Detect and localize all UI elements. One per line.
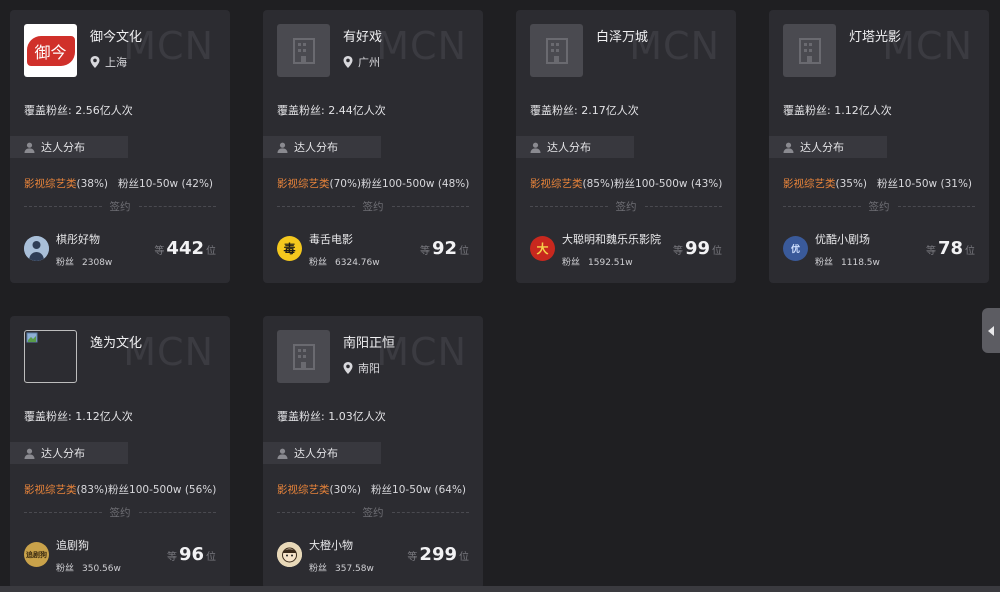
building-icon xyxy=(292,37,315,64)
mcn-location: 上海 xyxy=(90,54,127,70)
distribution-header: 达人分布 xyxy=(263,442,381,464)
side-panel-toggle[interactable] xyxy=(982,308,1000,353)
mcn-card[interactable]: MCN 逸为文化 覆盖粉丝: 1.12亿人次 达人分布 影视综艺类(83%)粉丝… xyxy=(10,316,230,589)
distribution-header: 达人分布 xyxy=(769,136,887,158)
mcn-card[interactable]: MCN 灯塔光影 覆盖粉丝: 1.12亿人次 达人分布 影视综艺类(35%) 粉… xyxy=(769,10,989,283)
cover-fans: 覆盖粉丝: 1.03亿人次 xyxy=(277,410,386,423)
cover-fans: 覆盖粉丝: 1.12亿人次 xyxy=(24,410,133,423)
mcn-name[interactable]: 御今文化 xyxy=(90,26,142,45)
cover-fans: 覆盖粉丝: 1.12亿人次 xyxy=(783,104,892,117)
mcn-card[interactable]: MCN 南阳正恒 南阳 覆盖粉丝: 1.03亿人次 达人分布 影视综艺类(30%… xyxy=(263,316,483,589)
mcn-logo: 御今 xyxy=(24,24,77,77)
cover-fans: 覆盖粉丝: 2.44亿人次 xyxy=(277,104,386,117)
kol-name[interactable]: 大橙小物 xyxy=(309,537,353,553)
signed-divider: 签约 xyxy=(783,199,975,214)
kol-fans: 粉丝 1118.5w xyxy=(815,258,880,268)
person-icon xyxy=(24,448,35,459)
kol-avatar[interactable]: 优 xyxy=(783,236,808,261)
signed-divider: 签约 xyxy=(530,199,722,214)
kol-fans: 粉丝 1592.51w xyxy=(562,258,633,268)
kol-rank: 等 92 位 xyxy=(419,238,469,259)
kol-fans: 粉丝 2308w xyxy=(56,258,113,268)
mcn-card-grid: MCN 御今 御今文化 上海 覆盖粉丝: 2.56亿人次 达人分布 影视综艺类(… xyxy=(10,10,989,589)
kol-name[interactable]: 毒舌电影 xyxy=(309,231,353,247)
person-icon xyxy=(277,142,288,153)
building-icon xyxy=(545,37,568,64)
distribution-header: 达人分布 xyxy=(516,136,634,158)
kol-name[interactable]: 优酷小剧场 xyxy=(815,231,870,247)
person-icon xyxy=(783,142,794,153)
location-text: 上海 xyxy=(105,56,127,69)
kol-fans: 粉丝 6324.76w xyxy=(309,258,380,268)
kol-fans: 粉丝 350.56w xyxy=(56,564,121,574)
mcn-name[interactable]: 灯塔光影 xyxy=(849,26,901,45)
building-icon xyxy=(798,37,821,64)
caret-left-icon xyxy=(988,325,994,336)
kol-avatar[interactable]: 追剧狗 xyxy=(24,542,49,567)
distribution-tags: 影视综艺类(70%)粉丝100-500w (48%) xyxy=(277,178,470,190)
person-icon xyxy=(277,448,288,459)
cover-fans: 覆盖粉丝: 2.17亿人次 xyxy=(530,104,639,117)
kol-rank: 等 78 位 xyxy=(925,238,975,259)
mcn-logo xyxy=(277,24,330,77)
mcn-name[interactable]: 白泽万城 xyxy=(596,26,648,45)
kol-fans: 粉丝 357.58w xyxy=(309,564,374,574)
location-text: 南阳 xyxy=(358,362,380,375)
mcn-card[interactable]: MCN 御今 御今文化 上海 覆盖粉丝: 2.56亿人次 达人分布 影视综艺类(… xyxy=(10,10,230,283)
location-pin-icon xyxy=(343,56,353,68)
distribution-tags: 影视综艺类(83%)粉丝100-500w (56%) xyxy=(24,484,217,496)
distribution-tags: 影视综艺类(85%)粉丝100-500w (43%) xyxy=(530,178,723,190)
person-icon xyxy=(530,142,541,153)
distribution-header: 达人分布 xyxy=(10,136,128,158)
location-pin-icon xyxy=(90,56,100,68)
signed-divider: 签约 xyxy=(277,199,469,214)
location-text: 广州 xyxy=(358,56,380,69)
cartoon-avatar-icon xyxy=(277,542,302,567)
horizontal-scrollbar[interactable] xyxy=(0,586,1000,592)
signed-divider: 签约 xyxy=(24,199,216,214)
mcn-logo xyxy=(783,24,836,77)
kol-name[interactable]: 棋彤好物 xyxy=(56,231,100,247)
mcn-logo xyxy=(277,330,330,383)
mcn-location: 广州 xyxy=(343,54,380,70)
kol-rank: 等 442 位 xyxy=(154,238,216,259)
distribution-tags: 影视综艺类(30%) 粉丝10-50w (64%) xyxy=(277,484,467,496)
broken-image-icon xyxy=(26,332,38,343)
kol-rank: 等 299 位 xyxy=(407,544,469,565)
mcn-logo xyxy=(530,24,583,77)
kol-avatar[interactable]: 大 xyxy=(530,236,555,261)
kol-avatar[interactable]: 毒 xyxy=(277,236,302,261)
signed-divider: 签约 xyxy=(24,505,216,520)
seal-logo-icon: 御今 xyxy=(26,35,75,66)
signed-divider: 签约 xyxy=(277,505,469,520)
mcn-location: 南阳 xyxy=(343,360,380,376)
kol-avatar[interactable] xyxy=(277,542,302,567)
distribution-tags: 影视综艺类(35%) 粉丝10-50w (31%) xyxy=(783,178,973,190)
mcn-watermark: MCN xyxy=(376,24,467,68)
kol-rank: 等 99 位 xyxy=(672,238,722,259)
kol-name[interactable]: 追剧狗 xyxy=(56,537,89,553)
mcn-logo xyxy=(24,330,77,383)
distribution-tags: 影视综艺类(38%) 粉丝10-50w (42%) xyxy=(24,178,214,190)
kol-rank: 等 96 位 xyxy=(166,544,216,565)
cover-fans: 覆盖粉丝: 2.56亿人次 xyxy=(24,104,133,117)
distribution-header: 达人分布 xyxy=(10,442,128,464)
location-pin-icon xyxy=(343,362,353,374)
person-avatar-icon xyxy=(24,236,49,261)
kol-name[interactable]: 大聪明和魏乐乐影院 xyxy=(562,231,661,247)
building-icon xyxy=(292,343,315,370)
mcn-name[interactable]: 逸为文化 xyxy=(90,332,142,351)
mcn-name[interactable]: 有好戏 xyxy=(343,26,382,45)
mcn-name[interactable]: 南阳正恒 xyxy=(343,332,395,351)
person-icon xyxy=(24,142,35,153)
kol-avatar[interactable] xyxy=(24,236,49,261)
mcn-card[interactable]: MCN 有好戏 广州 覆盖粉丝: 2.44亿人次 达人分布 影视综艺类(70%)… xyxy=(263,10,483,283)
mcn-card[interactable]: MCN 白泽万城 覆盖粉丝: 2.17亿人次 达人分布 影视综艺类(85%)粉丝… xyxy=(516,10,736,283)
distribution-header: 达人分布 xyxy=(263,136,381,158)
